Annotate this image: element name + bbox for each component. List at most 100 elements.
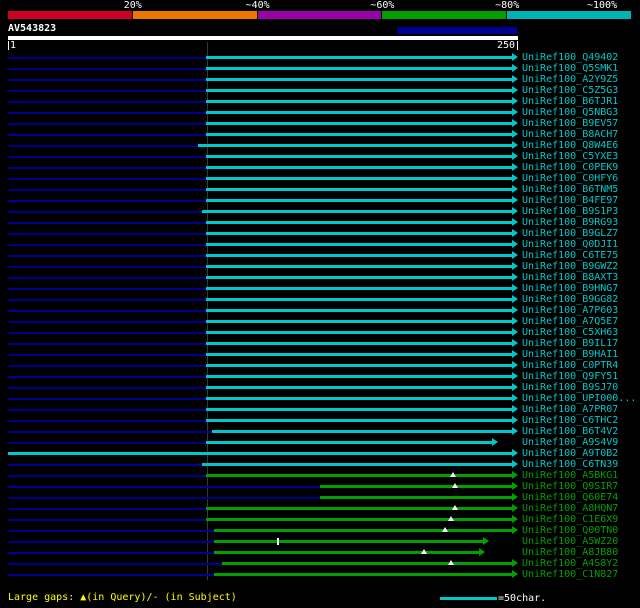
hit-row[interactable]: UniRef100_C0PTR4: [0, 360, 640, 371]
hit-label[interactable]: UniRef100_Q49402: [522, 52, 618, 63]
hit-label[interactable]: UniRef100_C1N827: [522, 569, 618, 580]
hit-row[interactable]: UniRef100_UPI000...: [0, 393, 640, 404]
hit-row[interactable]: UniRef100_C6THC2: [0, 415, 640, 426]
hit-label[interactable]: UniRef100_C0PTR4: [522, 360, 618, 371]
hit-label[interactable]: UniRef100_C0HFY6: [522, 173, 618, 184]
hit-label[interactable]: UniRef100_A5WZ20: [522, 536, 618, 547]
hit-row[interactable]: UniRef100_C6TN39: [0, 459, 640, 470]
hit-bar[interactable]: [205, 155, 513, 158]
hit-bar[interactable]: [205, 177, 513, 180]
hit-row[interactable]: UniRef100_C6TE75: [0, 250, 640, 261]
hit-label[interactable]: UniRef100_B6T4V2: [522, 426, 618, 437]
hit-bar[interactable]: [214, 540, 485, 543]
hit-label[interactable]: UniRef100_B6TNM5: [522, 184, 618, 195]
hit-row[interactable]: UniRef100_Q49402: [0, 52, 640, 63]
hit-bar[interactable]: [205, 320, 513, 323]
hit-label[interactable]: UniRef100_B8ACH7: [522, 129, 618, 140]
hit-label[interactable]: UniRef100_B9HNG7: [522, 283, 618, 294]
hit-bar[interactable]: [205, 309, 513, 312]
hit-bar[interactable]: [205, 276, 513, 279]
hit-row[interactable]: UniRef100_C5Z5G3: [0, 85, 640, 96]
hit-bar[interactable]: [205, 199, 513, 202]
hit-label[interactable]: UniRef100_B9IL17: [522, 338, 618, 349]
hit-label[interactable]: UniRef100_A7PR07: [522, 404, 618, 415]
hit-bar[interactable]: [205, 419, 513, 422]
hit-bar[interactable]: [214, 551, 481, 554]
hit-bar[interactable]: [320, 496, 513, 499]
hit-bar[interactable]: [205, 331, 513, 334]
hit-bar[interactable]: [205, 507, 513, 510]
hit-bar[interactable]: [205, 441, 493, 444]
hit-bar[interactable]: [205, 133, 513, 136]
hit-bar[interactable]: [205, 100, 513, 103]
hit-bar[interactable]: [222, 562, 513, 565]
hit-bar[interactable]: [205, 474, 513, 477]
hit-row[interactable]: UniRef100_C5YXE3: [0, 151, 640, 162]
hit-label[interactable]: UniRef100_A9T0B2: [522, 448, 618, 459]
hit-label[interactable]: UniRef100_B9SJ70: [522, 382, 618, 393]
hit-row[interactable]: UniRef100_A7Q5E7: [0, 316, 640, 327]
hit-row[interactable]: UniRef100_Q8W4E6: [0, 140, 640, 151]
hit-label[interactable]: UniRef100_B9GLZ7: [522, 228, 618, 239]
hit-row[interactable]: UniRef100_A9T0B2: [0, 448, 640, 459]
hit-label[interactable]: UniRef100_Q00TN0: [522, 525, 618, 536]
hit-label[interactable]: UniRef100_Q8W4E6: [522, 140, 618, 151]
hit-row[interactable]: UniRef100_B9GWZ2: [0, 261, 640, 272]
hit-bar[interactable]: [205, 298, 513, 301]
hit-row[interactable]: UniRef100_B4FE97: [0, 195, 640, 206]
hit-label[interactable]: UniRef100_Q9FY51: [522, 371, 618, 382]
hit-label[interactable]: UniRef100_C6TE75: [522, 250, 618, 261]
hit-bar[interactable]: [205, 111, 513, 114]
hit-bar[interactable]: [205, 56, 513, 59]
hit-label[interactable]: UniRef100_Q0DJI1: [522, 239, 618, 250]
hit-row[interactable]: UniRef100_A5WZ20: [0, 536, 640, 547]
hit-label[interactable]: UniRef100_A2Y9Z5: [522, 74, 618, 85]
hit-row[interactable]: UniRef100_B6T4V2: [0, 426, 640, 437]
hit-row[interactable]: UniRef100_C1N827: [0, 569, 640, 580]
hit-row[interactable]: UniRef100_B9IL17: [0, 338, 640, 349]
hit-bar[interactable]: [205, 166, 513, 169]
hit-label[interactable]: UniRef100_Q9SIR7: [522, 481, 618, 492]
hit-bar[interactable]: [205, 221, 513, 224]
hit-label[interactable]: UniRef100_B8AXT3: [522, 272, 618, 283]
hit-bar[interactable]: [205, 67, 513, 70]
hit-bar[interactable]: [205, 89, 513, 92]
hit-row[interactable]: UniRef100_B9SJ70: [0, 382, 640, 393]
hit-label[interactable]: UniRef100_C5Z5G3: [522, 85, 618, 96]
hit-label[interactable]: UniRef100_C6THC2: [522, 415, 618, 426]
hit-label[interactable]: UniRef100_Q5NBG3: [522, 107, 618, 118]
hit-bar[interactable]: [197, 144, 513, 147]
hit-row[interactable]: UniRef100_A4S8Y2: [0, 558, 640, 569]
hit-row[interactable]: UniRef100_A5BKG1: [0, 470, 640, 481]
hit-bar[interactable]: [205, 188, 513, 191]
hit-label[interactable]: UniRef100_UPI000...: [522, 393, 636, 404]
hit-label[interactable]: UniRef100_A9S4V9: [522, 437, 618, 448]
hit-row[interactable]: UniRef100_A2Y9Z5: [0, 74, 640, 85]
hit-bar[interactable]: [214, 573, 513, 576]
hit-bar[interactable]: [201, 210, 513, 213]
hit-label[interactable]: UniRef100_A8HQN7: [522, 503, 618, 514]
hit-row[interactable]: UniRef100_Q0DJI1: [0, 239, 640, 250]
hit-row[interactable]: UniRef100_B9GG82: [0, 294, 640, 305]
hit-bar[interactable]: [205, 265, 513, 268]
hit-label[interactable]: UniRef100_C5XH63: [522, 327, 618, 338]
hit-label[interactable]: UniRef100_B6TJR1: [522, 96, 618, 107]
hit-row[interactable]: UniRef100_B9S1P3: [0, 206, 640, 217]
hit-label[interactable]: UniRef100_C0PEK9: [522, 162, 618, 173]
hit-row[interactable]: UniRef100_B9EV57: [0, 118, 640, 129]
hit-label[interactable]: UniRef100_Q60E74: [522, 492, 618, 503]
hit-label[interactable]: UniRef100_C1E6X9: [522, 514, 618, 525]
hit-label[interactable]: UniRef100_A8JB80: [522, 547, 618, 558]
hit-bar[interactable]: [205, 364, 513, 367]
hit-row[interactable]: UniRef100_B8AXT3: [0, 272, 640, 283]
hit-bar[interactable]: [212, 430, 513, 433]
hit-row[interactable]: UniRef100_Q5NBG3: [0, 107, 640, 118]
hit-bar[interactable]: [8, 452, 513, 455]
hit-bar[interactable]: [205, 287, 513, 290]
hit-label[interactable]: UniRef100_B4FE97: [522, 195, 618, 206]
hit-row[interactable]: UniRef100_B9GLZ7: [0, 228, 640, 239]
hit-row[interactable]: UniRef100_Q60E74: [0, 492, 640, 503]
hit-bar[interactable]: [205, 408, 513, 411]
hit-row[interactable]: UniRef100_B6TNM5: [0, 184, 640, 195]
hit-bar[interactable]: [320, 485, 513, 488]
